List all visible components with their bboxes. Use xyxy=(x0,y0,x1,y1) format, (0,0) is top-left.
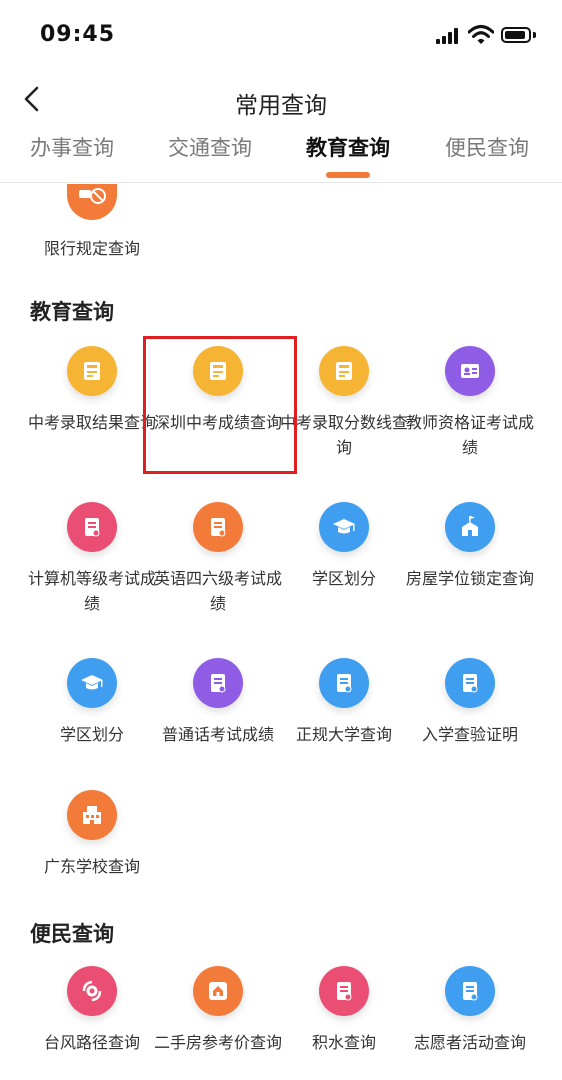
school-building-icon xyxy=(445,502,495,552)
item-label: 房屋学位锁定查询 xyxy=(405,569,534,588)
house-icon xyxy=(193,966,243,1016)
nav-bar: 常用查询 xyxy=(0,72,562,128)
signal-icon xyxy=(436,28,460,44)
page-title: 常用查询 xyxy=(235,93,327,119)
id-card-icon xyxy=(445,346,495,396)
tab-affairs[interactable]: 办事查询 xyxy=(2,132,142,162)
status-bar: 09:45 xyxy=(0,0,562,72)
exam-book-icon xyxy=(67,346,117,396)
item-label: 中考录取结果查询 xyxy=(27,413,156,432)
tab-education[interactable]: 教育查询 xyxy=(278,132,418,162)
tab-convenience[interactable]: 便民查询 xyxy=(417,132,557,162)
grid-item[interactable]: 二手房参考价查询 xyxy=(151,966,285,1055)
grid-item[interactable]: 教师资格证考试成绩 xyxy=(403,346,537,460)
item-label: 中考录取分数线查询 xyxy=(279,413,408,457)
tab-bar: 办事查询 交通查询 教育查询 便民查询 xyxy=(0,128,562,183)
document-icon xyxy=(193,502,243,552)
item-label: 英语四六级考试成绩 xyxy=(153,569,282,613)
item-label: 积水查询 xyxy=(311,1033,376,1052)
item-restriction-query[interactable]: 限行规定查询 xyxy=(25,220,159,261)
highlight-box xyxy=(143,336,297,474)
no-car-icon[interactable] xyxy=(67,184,117,220)
item-label: 入学查验证明 xyxy=(421,725,518,744)
grid-item[interactable]: 中考录取分数线查询 xyxy=(277,346,411,460)
item-label: 二手房参考价查询 xyxy=(153,1033,282,1052)
grid-item[interactable]: 正规大学查询 xyxy=(277,658,411,747)
item-label: 正规大学查询 xyxy=(295,725,392,744)
typhoon-icon xyxy=(67,966,117,1016)
item-label: 学区划分 xyxy=(311,569,376,588)
document-icon xyxy=(67,502,117,552)
item-label: 计算机等级考试成绩 xyxy=(27,569,156,613)
grid-item[interactable]: 英语四六级考试成绩 xyxy=(151,502,285,616)
document-icon xyxy=(319,966,369,1016)
document-icon xyxy=(445,658,495,708)
status-time: 09:45 xyxy=(40,22,116,47)
battery-tip xyxy=(533,32,536,38)
document-icon xyxy=(319,658,369,708)
item-label: 普通话考试成绩 xyxy=(161,725,274,744)
item-label: 志愿者活动查询 xyxy=(413,1033,526,1052)
grid-item[interactable]: 普通话考试成绩 xyxy=(151,658,285,747)
grid-item[interactable]: 中考录取结果查询 xyxy=(25,346,159,435)
grid-item[interactable]: 台风路径查询 xyxy=(25,966,159,1055)
exam-book-icon xyxy=(319,346,369,396)
tab-traffic[interactable]: 交通查询 xyxy=(140,132,280,162)
item-label: 学区划分 xyxy=(59,725,124,744)
active-tab-indicator xyxy=(326,172,370,178)
section-title-convenience: 便民查询 xyxy=(30,922,114,946)
item-label: 台风路径查询 xyxy=(43,1033,140,1052)
grid-item[interactable]: 入学查验证明 xyxy=(403,658,537,747)
grid-item[interactable]: 房屋学位锁定查询 xyxy=(403,502,537,591)
document-icon xyxy=(193,658,243,708)
grid-item[interactable]: 广东学校查询 xyxy=(25,790,159,879)
wifi-icon xyxy=(468,25,494,44)
item-label: 教师资格证考试成绩 xyxy=(405,413,534,457)
item-label: 限行规定查询 xyxy=(43,239,140,258)
grid-item[interactable]: 志愿者活动查询 xyxy=(403,966,537,1055)
section-title-education: 教育查询 xyxy=(30,300,114,324)
grid-item[interactable]: 积水查询 xyxy=(277,966,411,1055)
graduation-cap-icon xyxy=(67,658,117,708)
graduation-cap-icon xyxy=(319,502,369,552)
item-label: 广东学校查询 xyxy=(43,857,140,876)
grid-item[interactable]: 学区划分 xyxy=(25,658,159,747)
grid-item[interactable]: 计算机等级考试成绩 xyxy=(25,502,159,616)
battery-icon xyxy=(501,27,531,43)
building-icon xyxy=(67,790,117,840)
document-icon xyxy=(445,966,495,1016)
grid-item[interactable]: 学区划分 xyxy=(277,502,411,591)
